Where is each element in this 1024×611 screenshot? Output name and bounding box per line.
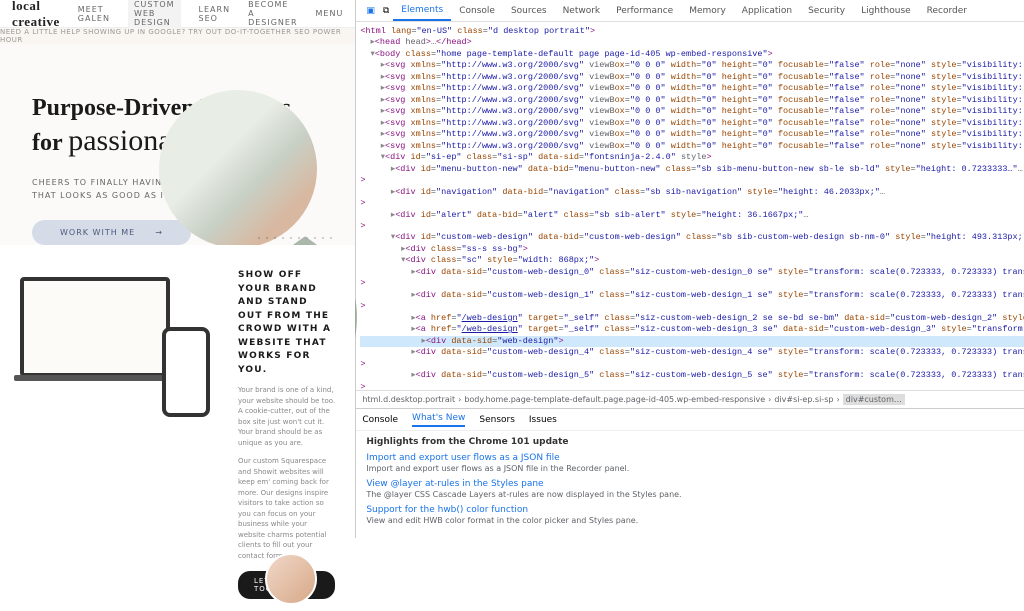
- dom-tree[interactable]: <html lang="en-US" class="d desktop port…: [356, 22, 1024, 390]
- device-toggle-icon[interactable]: ⧉: [379, 6, 393, 16]
- section-copy: SHOW OFF YOUR BRAND AND STAND OUT FROM T…: [238, 257, 335, 599]
- section-p2: Our custom Squarespace and Showit websit…: [238, 456, 335, 561]
- phone-mockup: [162, 327, 210, 417]
- site-logo[interactable]: local creative: [12, 0, 60, 30]
- tab-console[interactable]: Console: [451, 2, 503, 20]
- drawer-console[interactable]: Console: [362, 415, 398, 425]
- drawer-sensors[interactable]: Sensors: [479, 415, 515, 425]
- devtools-tabs: ▣ ⧉ Elements Console Sources Network Per…: [356, 0, 1024, 22]
- section-heading: SHOW OFF YOUR BRAND AND STAND OUT FROM T…: [238, 269, 335, 377]
- breadcrumb[interactable]: html.d.desktop.portrait› body.home.page-…: [356, 390, 1024, 408]
- promo-banner[interactable]: NEED A LITTLE HELP SHOWING UP IN GOOGLE?…: [0, 28, 355, 44]
- nav-custom-web-design[interactable]: CUSTOM WEB DESIGN: [128, 0, 181, 30]
- tab-application[interactable]: Application: [734, 2, 800, 20]
- devtools-panel: ▣ ⧉ Elements Console Sources Network Per…: [355, 0, 1024, 538]
- news-title: Highlights from the Chrome 101 update: [366, 437, 1024, 447]
- website-preview: local creative MEET GALEN CUSTOM WEB DES…: [0, 0, 355, 538]
- tab-recorder[interactable]: Recorder: [919, 2, 975, 20]
- news-item[interactable]: Support for the hwb() color functionView…: [366, 505, 1024, 525]
- tab-network[interactable]: Network: [555, 2, 609, 20]
- tab-sources[interactable]: Sources: [503, 2, 555, 20]
- inspect-icon[interactable]: ▣: [362, 6, 379, 16]
- drawer-tabs: Console What's New Sensors Issues ×: [356, 409, 1024, 431]
- arrow-icon: →: [155, 228, 163, 237]
- laptop-mockup: [20, 277, 170, 377]
- section-two: SHOW OFF YOUR BRAND AND STAND OUT FROM T…: [0, 245, 355, 611]
- nav-menu[interactable]: MENU: [316, 9, 344, 18]
- tab-memory[interactable]: Memory: [681, 2, 734, 20]
- nav-meet-galen[interactable]: MEET GALEN: [78, 5, 110, 23]
- crumb-html[interactable]: html.d.desktop.portrait: [362, 395, 455, 404]
- work-with-me-button[interactable]: WORK WITH ME →: [32, 220, 191, 245]
- news-item[interactable]: Import and export user flows as a JSON f…: [366, 453, 1024, 473]
- crumb-siep[interactable]: div#si-ep.si-sp: [774, 395, 833, 404]
- hero-section: Purpose-Driven Websites for passionate B…: [0, 44, 355, 245]
- devtools-main: <html lang="en-US" class="d desktop port…: [356, 22, 1024, 390]
- hero-for: for: [32, 130, 62, 156]
- nav-become-designer[interactable]: BECOME A DESIGNER: [248, 0, 297, 27]
- drawer-whatsnew[interactable]: What's New: [412, 413, 465, 427]
- cta-label: WORK WITH ME: [60, 228, 135, 237]
- news-item[interactable]: View @layer at-rules in the Styles paneT…: [366, 479, 1024, 499]
- tab-elements[interactable]: Elements: [393, 1, 451, 21]
- device-mockup: [20, 257, 220, 417]
- drawer: Console What's New Sensors Issues × High…: [356, 408, 1024, 538]
- tab-performance[interactable]: Performance: [608, 2, 681, 20]
- crumb-body[interactable]: body.home.page-template-default.page.pag…: [464, 395, 765, 404]
- tab-security[interactable]: Security: [800, 2, 853, 20]
- whats-new-content: Highlights from the Chrome 101 update Im…: [356, 431, 1024, 538]
- crumb-current[interactable]: div#custom…: [843, 394, 905, 405]
- drawer-issues[interactable]: Issues: [529, 415, 557, 425]
- nav-learn-seo[interactable]: LEARN SEO: [199, 5, 231, 23]
- site-nav: local creative MEET GALEN CUSTOM WEB DES…: [0, 0, 355, 28]
- tab-lighthouse[interactable]: Lighthouse: [853, 2, 919, 20]
- section-p1: Your brand is one of a kind, your websit…: [238, 385, 335, 448]
